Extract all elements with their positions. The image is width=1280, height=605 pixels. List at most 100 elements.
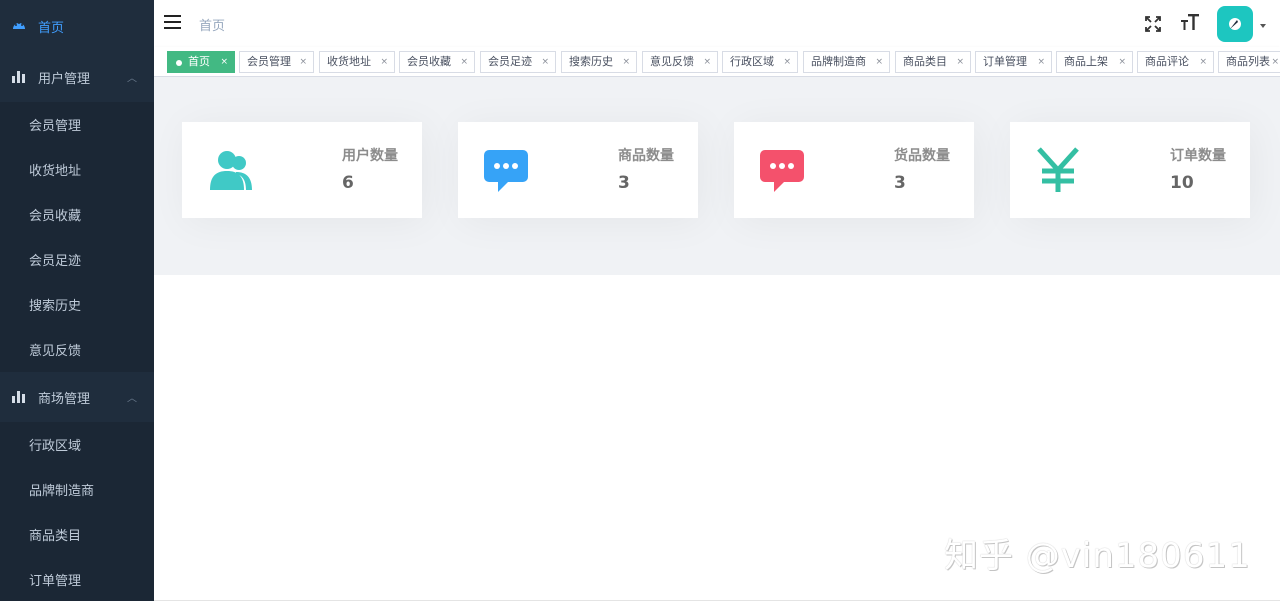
breadcrumb[interactable]: 首页	[199, 15, 225, 34]
sidebar-item-categories[interactable]: 商品类目	[0, 512, 154, 557]
sidebar-item-label: 搜索历史	[29, 299, 82, 314]
card-title: 商品数量	[618, 148, 674, 164]
tag-label: 会员管理	[247, 55, 291, 68]
tag-label: 商品上架	[1064, 55, 1108, 68]
close-icon[interactable]: ×	[622, 52, 630, 72]
card-value: 3	[618, 173, 630, 193]
yen-icon	[1034, 146, 1082, 194]
card-title: 货品数量	[894, 148, 950, 164]
bar-chart-icon	[12, 71, 25, 83]
message-icon	[482, 146, 530, 194]
tag-label: 品牌制造商	[811, 55, 866, 68]
tag-label: 订单管理	[983, 55, 1027, 68]
close-icon[interactable]: ×	[220, 52, 228, 72]
sidebar-item-home[interactable]: 首页	[0, 0, 154, 52]
sidebar-item-addresses[interactable]: 收货地址	[0, 147, 154, 192]
dashboard-icon	[12, 18, 26, 34]
tag-footprints[interactable]: 会员足迹 ×	[480, 51, 556, 73]
tag-label: 商品列表	[1226, 55, 1270, 68]
bar-chart-icon	[12, 391, 25, 403]
font-size-icon[interactable]	[1180, 12, 1200, 37]
close-icon[interactable]: ×	[1037, 52, 1045, 72]
tag-orders[interactable]: 订单管理 ×	[975, 51, 1052, 73]
card-users[interactable]: 用户数量 6	[182, 122, 422, 218]
sidebar-item-search-history[interactable]: 搜索历史	[0, 282, 154, 327]
close-icon[interactable]: ×	[299, 52, 307, 72]
close-icon[interactable]: ×	[703, 52, 711, 72]
sidebar-item-members[interactable]: 会员管理	[0, 102, 154, 147]
sidebar-item-label: 会员管理	[29, 119, 82, 134]
sidebar-item-label: 首页	[38, 20, 65, 36]
sidebar-item-favorites[interactable]: 会员收藏	[0, 192, 154, 237]
tag-label: 收货地址	[327, 55, 371, 68]
tag-goods-create[interactable]: 商品上架 ×	[1056, 51, 1133, 73]
close-icon[interactable]: ×	[875, 52, 883, 72]
navbar: 首页	[154, 0, 1280, 47]
card-products[interactable]: 货品数量 3	[734, 122, 974, 218]
chevron-up-icon: ︿	[127, 393, 137, 405]
close-icon[interactable]: ×	[956, 52, 964, 72]
tag-feedback[interactable]: 意见反馈 ×	[642, 51, 718, 73]
tags-view: 首页 × 会员管理 × 收货地址 × 会员收藏 × 会员足迹 × 搜索历史 × 意见反馈 × …	[154, 47, 1280, 77]
close-icon[interactable]: ×	[1271, 52, 1279, 72]
sidebar-item-label: 行政区域	[29, 439, 82, 454]
tag-regions[interactable]: 行政区域 ×	[722, 51, 798, 73]
card-goods[interactable]: 商品数量 3	[458, 122, 698, 218]
fullscreen-icon[interactable]	[1144, 15, 1162, 33]
tag-label: 行政区域	[730, 55, 774, 68]
tag-label: 搜索历史	[569, 55, 613, 68]
tag-brands[interactable]: 品牌制造商 ×	[803, 51, 890, 73]
tag-label: 会员收藏	[407, 55, 451, 68]
sidebar-item-footprints[interactable]: 会员足迹	[0, 237, 154, 282]
sidebar-item-label: 会员足迹	[29, 254, 82, 269]
close-icon[interactable]: ×	[541, 52, 549, 72]
sidebar-item-label: 商品类目	[29, 529, 82, 544]
sidebar-item-label: 收货地址	[29, 164, 82, 179]
tag-label: 首页	[188, 55, 210, 68]
close-icon[interactable]: ×	[1118, 52, 1126, 72]
hamburger-icon[interactable]	[164, 15, 181, 29]
tag-label: 商品类目	[903, 55, 947, 68]
card-value: 3	[894, 173, 906, 193]
close-icon[interactable]: ×	[1199, 52, 1207, 72]
sidebar-group-user[interactable]: 用户管理 ︿	[0, 52, 154, 102]
chevron-up-icon: ︿	[127, 73, 137, 85]
tag-search-history[interactable]: 搜索历史 ×	[561, 51, 637, 73]
message-icon	[758, 146, 806, 194]
tag-addresses[interactable]: 收货地址 ×	[319, 51, 395, 73]
sidebar-group-mall[interactable]: 商场管理 ︿	[0, 372, 154, 422]
card-orders[interactable]: 订单数量 10	[1010, 122, 1250, 218]
sidebar-item-label: 意见反馈	[29, 344, 82, 359]
sidebar-item-orders[interactable]: 订单管理	[0, 557, 154, 601]
watermark: 知乎 @vin180611	[944, 536, 1251, 576]
tag-comments[interactable]: 商品评论 ×	[1137, 51, 1214, 73]
panel-group: 用户数量 6 商品数量 3 货品数量 3 订单数量 10	[154, 77, 1280, 275]
sidebar-item-brands[interactable]: 品牌制造商	[0, 467, 154, 512]
tag-label: 商品评论	[1145, 55, 1189, 68]
sidebar: 首页 用户管理 ︿ 会员管理 收货地址 会员收藏 会员足迹 搜索历史 意见反馈 …	[0, 0, 154, 601]
caret-down-icon[interactable]	[1260, 24, 1266, 28]
divider	[154, 600, 1280, 601]
card-value: 10	[1170, 173, 1194, 193]
card-title: 用户数量	[342, 148, 398, 164]
tag-favorites[interactable]: 会员收藏 ×	[399, 51, 475, 73]
sidebar-item-label: 品牌制造商	[29, 484, 95, 499]
card-value: 6	[342, 173, 354, 193]
sidebar-item-regions[interactable]: 行政区域	[0, 422, 154, 467]
sidebar-item-label: 订单管理	[29, 574, 82, 589]
sidebar-group-label: 商场管理	[38, 391, 91, 407]
tag-categories[interactable]: 商品类目 ×	[895, 51, 971, 73]
tag-members[interactable]: 会员管理 ×	[239, 51, 314, 73]
close-icon[interactable]: ×	[460, 52, 468, 72]
sidebar-item-label: 会员收藏	[29, 209, 82, 224]
close-icon[interactable]: ×	[783, 52, 791, 72]
avatar[interactable]	[1217, 6, 1253, 42]
tag-label: 会员足迹	[488, 55, 532, 68]
tag-goods-list[interactable]: 商品列表 ×	[1218, 51, 1280, 73]
sidebar-group-label: 用户管理	[38, 71, 91, 87]
sidebar-item-feedback[interactable]: 意见反馈	[0, 327, 154, 372]
card-title: 订单数量	[1170, 148, 1226, 164]
close-icon[interactable]: ×	[380, 52, 388, 72]
users-icon	[206, 146, 254, 194]
tag-home[interactable]: 首页 ×	[167, 51, 235, 73]
